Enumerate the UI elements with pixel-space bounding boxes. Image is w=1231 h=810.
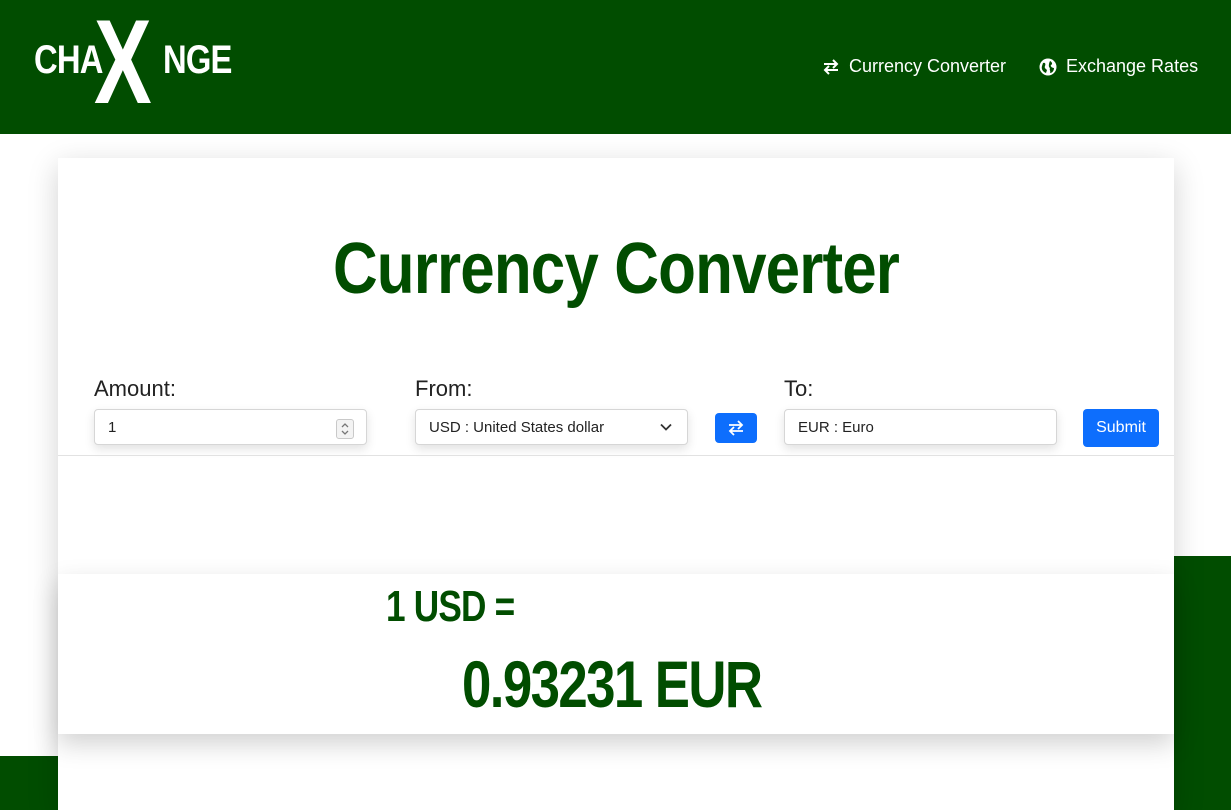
to-currency-value: EUR : Euro (798, 418, 874, 436)
nav-label: Currency Converter (849, 56, 1007, 76)
divider (58, 455, 1174, 456)
swap-arrows-icon (821, 57, 841, 77)
amount-label: Amount: (94, 376, 176, 401)
nav-exchange-rates[interactable]: Exchange Rates (1038, 56, 1198, 77)
from-currency-select[interactable]: USD : United States dollar (415, 409, 688, 445)
to-label: To: (784, 376, 814, 401)
nav-label: Exchange Rates (1066, 56, 1199, 76)
result-base-amount: 1 USD = (386, 582, 515, 631)
chevron-down-icon (659, 420, 673, 434)
from-currency-value: USD : United States dollar (429, 418, 605, 436)
amount-value: 1 (108, 418, 117, 436)
logo-text-right: NGE (163, 38, 232, 82)
logo-text-x: X (94, 0, 152, 129)
conversion-result-panel: 1 USD = 0.93231 EUR (58, 574, 1174, 734)
swap-currencies-button[interactable] (715, 413, 757, 443)
logo-text-left: CHA (34, 38, 103, 82)
decorative-green-block-right (1174, 556, 1231, 810)
nav-currency-converter[interactable]: Currency Converter (821, 56, 1006, 77)
globe-icon (1038, 57, 1058, 77)
to-currency-input[interactable]: EUR : Euro (784, 409, 1057, 445)
from-label: From: (415, 376, 473, 401)
swap-arrows-icon (728, 420, 744, 436)
submit-button[interactable]: Submit (1083, 409, 1159, 447)
page-title: Currency Converter (332, 229, 900, 309)
brand-logo[interactable]: CHA X NGE (34, 0, 234, 134)
number-spinner-icon[interactable] (336, 419, 354, 439)
result-converted-amount: 0.93231 EUR (462, 647, 763, 721)
amount-input[interactable]: 1 (94, 409, 367, 445)
top-header: CHA X NGE Currency Converter Exchange Ra… (0, 0, 1231, 134)
decorative-green-block-left (0, 756, 58, 810)
